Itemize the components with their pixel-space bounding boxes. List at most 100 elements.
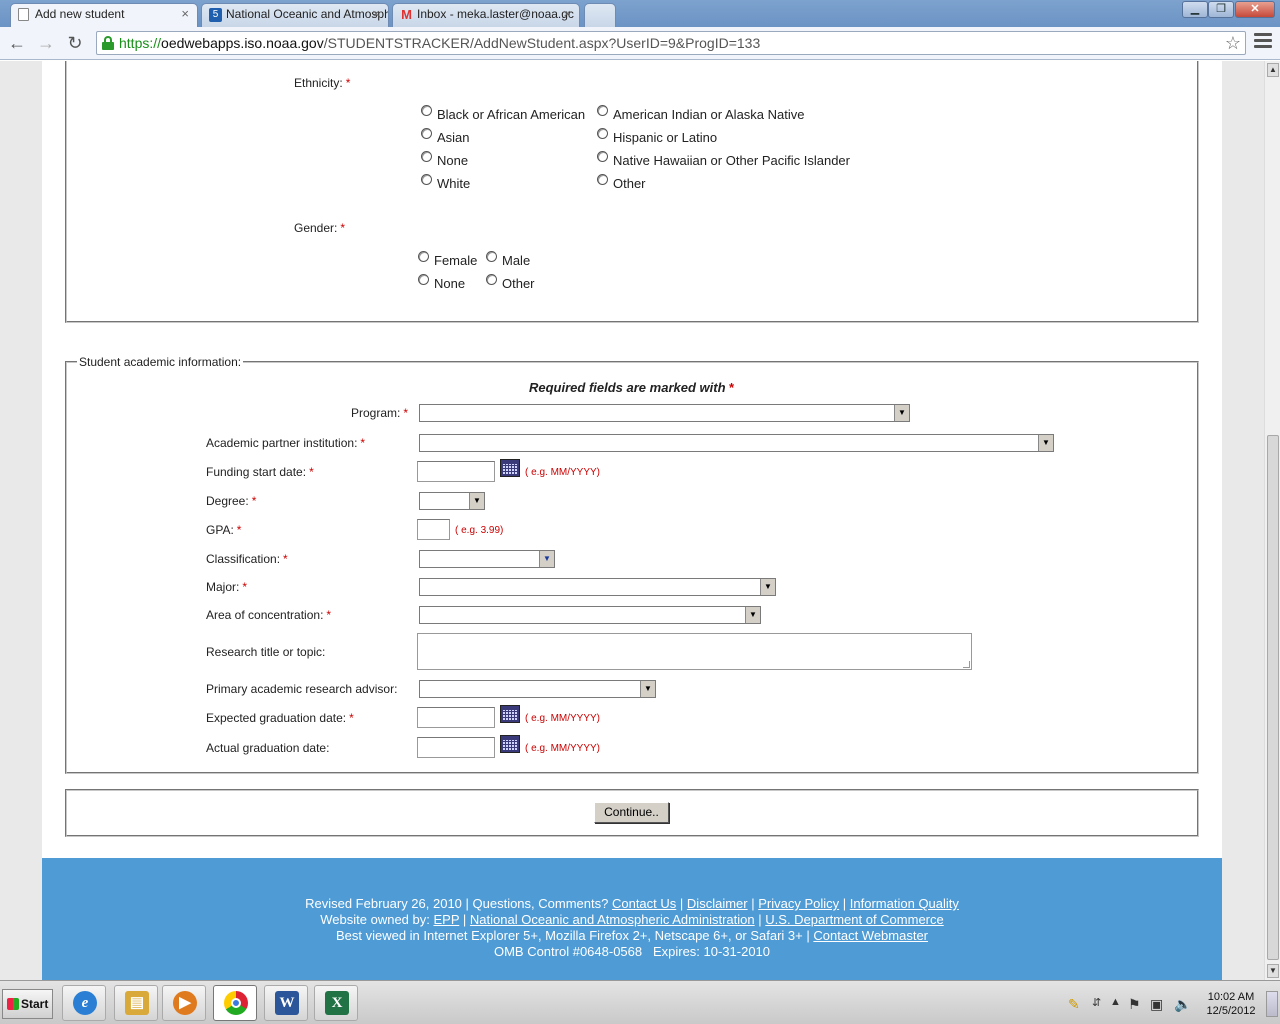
back-button[interactable]: ←: [5, 32, 29, 54]
excel-button[interactable]: X: [314, 985, 358, 1021]
ethnicity-radio-other[interactable]: Other: [597, 174, 646, 191]
ethnicity-radio-none[interactable]: None: [421, 151, 468, 168]
ethnicity-radio-hispanic[interactable]: Hispanic or Latino: [597, 128, 717, 145]
clock[interactable]: 10:02 AM 12/5/2012: [1200, 990, 1262, 1018]
classification-select[interactable]: ▼: [419, 550, 555, 568]
footer-line-4: OMB Control #0648-0568 Expires: 10-31-20…: [493, 944, 771, 959]
radio-icon: [486, 251, 497, 262]
address-bar[interactable]: https://oedwebapps.iso.noaa.gov/STUDENTS…: [96, 31, 1246, 55]
bookmark-star-icon[interactable]: ☆: [1225, 32, 1241, 54]
degree-select[interactable]: ▼: [419, 492, 485, 510]
continue-button[interactable]: Continue..: [594, 802, 669, 823]
privacy-policy-link[interactable]: Privacy Policy: [758, 896, 839, 911]
file-explorer-button[interactable]: ▤: [114, 985, 158, 1021]
start-button[interactable]: Start: [2, 989, 53, 1019]
calendar-icon[interactable]: [500, 705, 520, 723]
network-icon[interactable]: ▣: [1150, 996, 1163, 1013]
pen-icon[interactable]: ✎: [1068, 996, 1080, 1013]
url-host: oedwebapps.iso.noaa.gov: [161, 35, 324, 51]
gender-radio-other[interactable]: Other: [486, 274, 535, 291]
scroll-thumb[interactable]: [1267, 435, 1279, 960]
calendar-icon[interactable]: [500, 735, 520, 753]
funding-start-input[interactable]: [417, 461, 495, 482]
partner-select[interactable]: ▼: [419, 434, 1054, 452]
windows-logo-icon: [7, 998, 19, 1010]
disclaimer-link[interactable]: Disclaimer: [687, 896, 748, 911]
url-protocol: https://: [119, 35, 162, 51]
close-icon[interactable]: ×: [372, 4, 380, 24]
chevron-down-icon: ▼: [640, 681, 655, 697]
excel-icon: X: [325, 991, 349, 1015]
ethnicity-radio-white[interactable]: White: [421, 174, 470, 191]
ethnicity-radio-asian[interactable]: Asian: [421, 128, 470, 145]
action-center-flag-icon[interactable]: ⚑: [1128, 996, 1141, 1013]
gender-radio-female[interactable]: Female: [418, 251, 477, 268]
browser-tab-bar: Add new student × 5 National Oceanic and…: [0, 0, 1280, 27]
required-note: Required fields are marked with *: [529, 380, 734, 395]
show-desktop-button[interactable]: [1266, 991, 1278, 1017]
new-tab-button[interactable]: [584, 3, 616, 27]
scroll-down-icon[interactable]: ▼: [1267, 964, 1279, 978]
program-label: Program: *: [351, 406, 409, 420]
advisor-label: Primary academic research advisor:: [206, 682, 398, 696]
radio-icon: [421, 128, 432, 139]
radio-icon: [418, 274, 429, 285]
menu-wrench-icon[interactable]: [1254, 33, 1272, 51]
scroll-up-icon[interactable]: ▲: [1267, 63, 1279, 77]
footer-line-1: Revised February 26, 2010 | Questions, C…: [305, 896, 959, 911]
reload-button[interactable]: ↻: [63, 32, 87, 54]
program-select[interactable]: ▼: [419, 404, 910, 422]
gender-radio-none[interactable]: None: [418, 274, 465, 291]
close-icon[interactable]: ×: [563, 4, 571, 24]
contact-webmaster-link[interactable]: Contact Webmaster: [813, 928, 928, 943]
minimize-button[interactable]: ▁: [1182, 1, 1208, 18]
contact-us-link[interactable]: Contact Us: [612, 896, 676, 911]
ethnicity-radio-black[interactable]: Black or African American: [421, 105, 585, 122]
chrome-icon: [224, 991, 248, 1015]
chevron-down-icon: ▼: [469, 493, 484, 509]
gender-label: Gender: *: [294, 221, 346, 235]
noaa-link[interactable]: National Oceanic and Atmospheric Adminis…: [470, 912, 755, 927]
close-icon[interactable]: ×: [181, 4, 189, 24]
classification-label: Classification: *: [206, 552, 288, 566]
calendar-icon[interactable]: [500, 459, 520, 477]
close-window-button[interactable]: ✕: [1235, 1, 1275, 18]
media-player-button[interactable]: ▶: [162, 985, 206, 1021]
page-content: Ethnicity: * Black or African American As…: [42, 61, 1222, 980]
major-select[interactable]: ▼: [419, 578, 776, 596]
personal-info-fieldset: [65, 61, 1199, 323]
forward-button[interactable]: →: [34, 32, 58, 54]
internet-explorer-button[interactable]: e: [62, 985, 106, 1021]
tab-noaa[interactable]: 5 National Oceanic and Atmosph ×: [201, 3, 389, 27]
tab-label: National Oceanic and Atmosph: [226, 7, 389, 21]
gender-radio-male[interactable]: Male: [486, 251, 530, 268]
language-icon[interactable]: ⇵: [1092, 996, 1101, 1009]
vertical-scrollbar[interactable]: ▲ ▼: [1264, 61, 1280, 980]
ethnicity-radio-american-indian[interactable]: American Indian or Alaska Native: [597, 105, 804, 122]
ethnicity-radio-pacific-islander[interactable]: Native Hawaiian or Other Pacific Islande…: [597, 151, 850, 168]
chevron-down-icon: ▼: [1038, 435, 1053, 451]
chevron-down-icon: ▼: [745, 607, 760, 623]
chevron-down-icon: ▼: [539, 551, 554, 567]
funding-start-label: Funding start date: *: [206, 465, 314, 479]
chevron-down-icon: ▼: [760, 579, 775, 595]
chrome-button[interactable]: [213, 985, 257, 1021]
maximize-button[interactable]: ❐: [1208, 1, 1234, 18]
gpa-hint: ( e.g. 3.99): [455, 525, 504, 536]
actual-grad-input[interactable]: [417, 737, 495, 758]
word-button[interactable]: W: [264, 985, 308, 1021]
gpa-input[interactable]: [417, 519, 450, 540]
epp-link[interactable]: EPP: [434, 912, 460, 927]
browser-toolbar: ← → ↻ https://oedwebapps.iso.noaa.gov/ST…: [0, 27, 1280, 60]
concentration-select[interactable]: ▼: [419, 606, 761, 624]
expected-grad-input[interactable]: [417, 707, 495, 728]
actual-grad-label: Actual graduation date:: [206, 741, 330, 755]
research-topic-textarea[interactable]: [417, 633, 972, 670]
volume-icon[interactable]: 🔈: [1174, 996, 1191, 1013]
tab-inbox[interactable]: M Inbox - meka.laster@noaa.gc ×: [392, 3, 580, 27]
tab-add-new-student[interactable]: Add new student ×: [10, 3, 198, 27]
show-hidden-icons-icon[interactable]: ▲: [1110, 996, 1121, 1008]
doc-link[interactable]: U.S. Department of Commerce: [765, 912, 943, 927]
advisor-select[interactable]: ▼: [419, 680, 656, 698]
information-quality-link[interactable]: Information Quality: [850, 896, 959, 911]
